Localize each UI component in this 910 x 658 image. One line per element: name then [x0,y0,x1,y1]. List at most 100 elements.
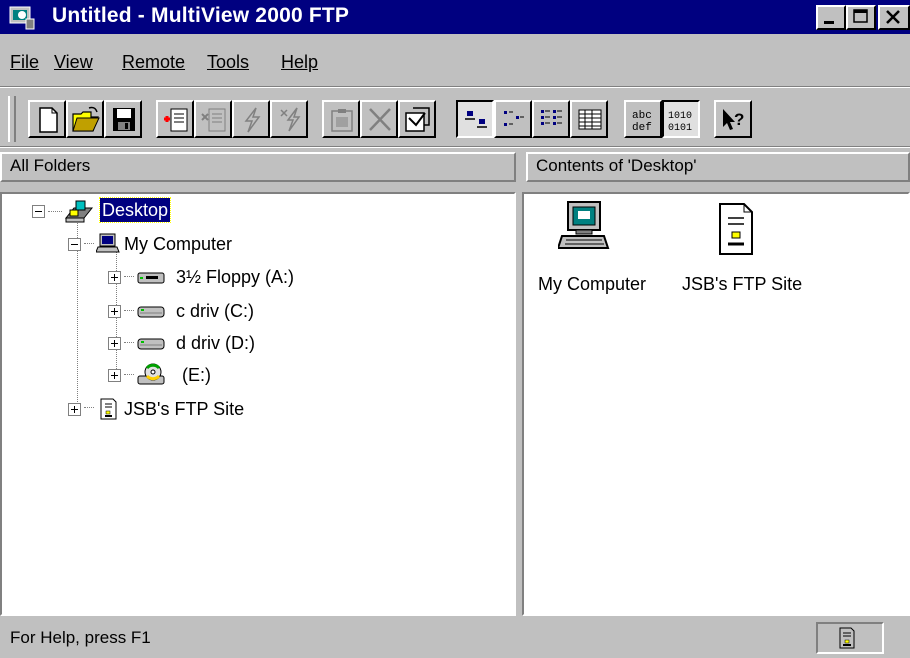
tree-item-label: Desktop [98,197,172,223]
ascii-mode-icon: abcdef [632,110,652,134]
collapse-toggle[interactable] [68,238,81,251]
expand-toggle[interactable] [68,403,81,416]
status-text: For Help, press F1 [10,628,151,647]
menu-tools-label: Tools [207,52,250,72]
expand-toggle[interactable] [108,271,121,284]
desktop-item-label: My Computer [538,274,647,294]
menu-file[interactable]: File [10,52,39,73]
save-icon [113,108,135,131]
hard-drive-icon [136,331,168,362]
svg-text:def: def [632,122,652,134]
open-folder-icon [72,106,100,132]
collapse-toggle[interactable] [32,205,45,218]
desktop-item-label: JSB's FTP Site [682,274,803,294]
execute-button[interactable] [232,100,270,138]
tree-item-label: d driv (D:) [176,333,256,353]
new-icon [39,107,58,133]
window-title: Untitled - MultiView 2000 FTP [52,4,350,27]
tree-line [84,407,94,408]
right-pane-header-label: Contents of 'Desktop' [536,156,697,175]
connect-button[interactable] [156,100,194,138]
tree-item-label: 3½ Floppy (A:) [176,267,295,287]
open-button[interactable] [66,100,104,138]
tree-item-label: JSB's FTP Site [124,399,245,419]
binary-mode-button[interactable]: 1010 0101 [662,100,700,138]
computer-icon [95,231,120,262]
properties-button[interactable] [398,100,436,138]
list-view-icon [541,110,562,125]
delete-icon [369,108,391,131]
menu-separator [0,86,910,88]
left-pane-header: All Folders [0,152,516,182]
minimize-button[interactable] [816,5,846,30]
menu-help-label: Help [281,52,319,72]
floppy-drive-icon [136,265,168,296]
paste-button[interactable] [322,100,360,138]
execute-all-button[interactable] [270,100,308,138]
context-help-icon: ? [723,109,744,130]
tree-line [124,276,134,277]
details-view-button[interactable] [570,100,608,138]
large-icons-button[interactable] [456,100,494,138]
status-connection-panel [816,622,884,654]
app-icon[interactable] [8,5,38,30]
menu-help[interactable]: Help [281,52,318,73]
computer-icon [556,198,610,259]
menu-remote[interactable]: Remote [122,52,185,73]
svg-text:?: ? [734,110,744,129]
menu-view[interactable]: View [54,52,93,73]
tree-item-label: (E:) [182,365,211,385]
list-view-button[interactable] [532,100,570,138]
tree-item-label: My Computer [124,234,233,254]
ftp-server-icon [96,396,120,429]
contents-pane[interactable]: My Computer JSB's FTP Site [522,192,910,616]
toolbar-grip[interactable] [8,96,16,142]
desktop-item-ftp-site[interactable]: JSB's FTP Site [672,198,802,298]
menu-file-label: File [10,52,40,72]
save-button[interactable] [104,100,142,138]
new-button[interactable] [28,100,66,138]
desktop-icon [62,198,96,231]
disconnect-button[interactable] [194,100,232,138]
clipboard-icon [331,109,353,132]
large-icons-view-icon [465,111,487,128]
left-pane-header-label: All Folders [10,156,91,175]
ascii-mode-button[interactable]: abc def [624,100,662,138]
tree-line [124,310,134,311]
expand-toggle[interactable] [108,369,121,382]
svg-text:abc: abc [632,110,652,122]
lightning-icon [244,107,261,133]
details-view-icon [578,109,602,130]
binary-mode-icon: 10100101 [668,111,692,134]
maximize-button[interactable] [846,5,876,30]
tree-line [84,243,94,244]
right-pane-header: Contents of 'Desktop' [526,152,910,182]
folder-tree[interactable]: Desktop My Computer 3½ Floppy (A:) c dri… [0,192,516,616]
close-button[interactable] [878,5,910,30]
properties-icon [405,107,430,132]
menu-view-label: View [54,52,93,72]
menu-tools[interactable]: Tools [207,52,249,73]
svg-text:0101: 0101 [668,123,692,134]
ftp-server-icon [836,626,858,655]
small-icons-view-icon [504,111,524,126]
tree-line [124,342,134,343]
tree-line [124,374,134,375]
tree-item-label: c driv (C:) [176,301,254,321]
expand-toggle[interactable] [108,337,121,350]
ftp-server-icon [714,200,758,263]
small-icons-button[interactable] [494,100,532,138]
delete-button[interactable] [360,100,398,138]
multi-lightning-icon [280,107,301,132]
menu-remote-label: Remote [122,52,186,72]
hard-drive-icon [136,299,168,330]
connect-icon [164,108,188,132]
context-help-button[interactable]: ? [714,100,752,138]
desktop-item-my-computer[interactable]: My Computer [534,198,664,298]
tree-line [48,211,62,212]
title-bar[interactable]: Untitled - MultiView 2000 FTP [0,0,910,34]
cd-drive-icon [136,362,168,395]
toolbar-separator [0,146,910,148]
expand-toggle[interactable] [108,305,121,318]
svg-text:1010: 1010 [668,111,692,122]
